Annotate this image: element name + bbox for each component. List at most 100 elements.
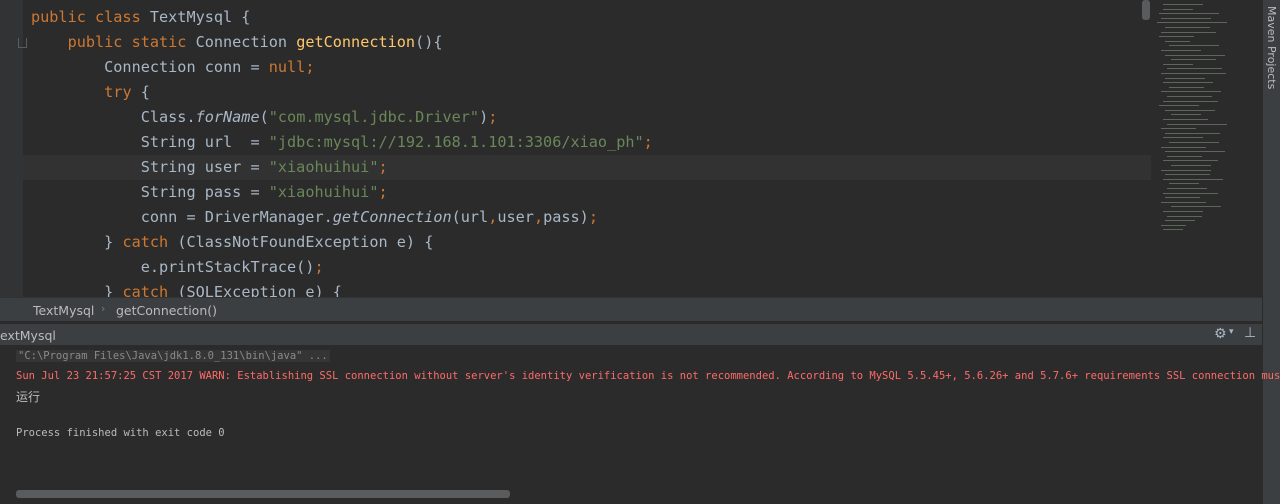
code-token: String user = <box>31 158 269 176</box>
minimap-line <box>1159 13 1219 15</box>
code-token: "jdbc:mysql://192.168.1.101:3306/xiao_ph… <box>268 133 644 151</box>
minimap-line <box>1165 174 1210 176</box>
code-editor[interactable]: public class TextMysql { public static C… <box>0 0 1262 297</box>
minimap-line <box>1165 54 1225 56</box>
minimap-line <box>1161 17 1211 19</box>
code-token: ; <box>378 158 388 176</box>
minimap-line <box>1161 73 1226 74</box>
code-token: (url <box>451 208 489 226</box>
code-line[interactable]: } catch (SQLException e) { <box>31 280 653 297</box>
code-line[interactable]: } catch (ClassNotFoundException e) { <box>31 230 653 255</box>
minimap-line <box>1161 169 1211 171</box>
code-token: (){ <box>415 33 443 51</box>
code-token: Class. <box>31 108 196 126</box>
code-line[interactable]: public static Connection getConnection()… <box>31 30 653 55</box>
minimap-line <box>1161 50 1201 51</box>
code-line[interactable]: e.printStackTrace(); <box>31 255 653 280</box>
code-token: forName <box>195 108 260 126</box>
code-token: ( <box>259 108 269 126</box>
minimap-line <box>1163 211 1203 212</box>
run-console[interactable]: "C:\Program Files\Java\jdk1.8.0_131\bin\… <box>0 345 1280 504</box>
code-token: (SQLException e) { <box>177 283 342 297</box>
gear-icon[interactable]: ⚙ <box>1214 326 1227 342</box>
minimap-line <box>1169 45 1219 47</box>
breadcrumb-class[interactable]: TextMysql <box>33 303 94 318</box>
breadcrumb-separator-icon: › <box>101 302 106 315</box>
minimap-line <box>1163 137 1203 139</box>
code-line[interactable]: public class TextMysql { <box>31 5 653 30</box>
code-token: pass) <box>543 208 589 226</box>
maven-projects-tab[interactable]: Maven Projects <box>1265 6 1278 89</box>
minimap-line <box>1161 91 1221 93</box>
code-line[interactable]: Class.forName("com.mysql.jdbc.Driver"); <box>31 105 653 130</box>
code-token: "com.mysql.jdbc.Driver" <box>268 108 480 126</box>
code-token: catch <box>122 233 178 251</box>
minimap-line <box>1167 215 1202 217</box>
code-line[interactable]: try { <box>31 80 653 105</box>
minimap-line <box>1167 188 1207 189</box>
code-token: ; <box>643 133 653 151</box>
minimap-line <box>1171 59 1216 61</box>
minimap-line <box>1165 220 1195 222</box>
code-token: public class <box>31 8 150 26</box>
minimap-line <box>1165 27 1210 28</box>
code-token: ; <box>488 108 498 126</box>
breadcrumb: TextMysql › getConnection() <box>0 297 1262 321</box>
code-token: String url = <box>31 133 269 151</box>
code-token: Connection <box>195 33 297 51</box>
code-minimap[interactable] <box>1151 0 1245 297</box>
minimap-line <box>1169 86 1204 88</box>
run-panel-title[interactable]: extMysql <box>0 328 56 343</box>
code-line[interactable]: Connection conn = null; <box>31 55 653 80</box>
minimap-line <box>1171 114 1201 116</box>
breadcrumb-method[interactable]: getConnection() <box>116 303 217 318</box>
code-area[interactable]: public class TextMysql { public static C… <box>31 5 653 297</box>
code-line[interactable]: String pass = "xiaohuihui"; <box>31 180 653 205</box>
editor-vertical-scrollbar[interactable] <box>1142 0 1150 20</box>
pin-icon[interactable]: ⊥ <box>1244 325 1256 341</box>
minimap-line <box>1163 178 1223 180</box>
minimap-line <box>1165 109 1215 111</box>
code-token: Connection conn = <box>31 58 269 76</box>
minimap-line <box>1165 151 1225 153</box>
code-token: { <box>140 83 150 101</box>
minimap-line <box>1163 160 1218 162</box>
minimap-line <box>1167 68 1222 70</box>
chevron-down-icon[interactable]: ▾ <box>1229 327 1234 337</box>
minimap-line <box>1165 132 1220 134</box>
code-token: "xiaohuihui" <box>268 158 379 176</box>
minimap-line <box>1163 82 1213 84</box>
minimap-line <box>1167 123 1227 125</box>
console-command-line[interactable]: "C:\Program Files\Java\jdk1.8.0_131\bin\… <box>16 350 330 362</box>
code-line[interactable]: String user = "xiaohuihui"; <box>31 155 653 180</box>
code-token: user <box>497 208 534 226</box>
code-token: ; <box>305 58 315 76</box>
editor-gutter[interactable] <box>0 0 27 297</box>
code-token: getConnection <box>332 208 452 226</box>
minimap-line <box>1157 22 1227 24</box>
code-token: String pass = <box>31 183 269 201</box>
code-token: } <box>31 283 123 297</box>
code-token: try <box>104 83 141 101</box>
minimap-line <box>1169 142 1219 143</box>
code-token: null <box>268 58 306 76</box>
minimap-line <box>1163 192 1218 194</box>
code-line[interactable]: conn = DriverManager.getConnection(url,u… <box>31 205 653 230</box>
minimap-line <box>1171 165 1211 166</box>
minimap-line <box>1161 224 1186 226</box>
minimap-line <box>1165 197 1200 199</box>
code-token: (ClassNotFoundException e) { <box>177 233 434 251</box>
minimap-line <box>1161 146 1206 148</box>
minimap-line <box>1161 31 1216 33</box>
code-token: catch <box>122 283 178 297</box>
minimap-line <box>1163 8 1193 10</box>
code-token: , <box>488 208 498 226</box>
console-horizontal-scrollbar[interactable] <box>16 490 510 498</box>
minimap-line <box>1163 229 1183 231</box>
minimap-line <box>1165 77 1205 79</box>
console-exit-line: Process finished with exit code 0 <box>16 427 225 439</box>
minimap-line <box>1159 36 1194 38</box>
code-line[interactable]: String url = "jdbc:mysql://192.168.1.101… <box>31 130 653 155</box>
fold-marker-icon[interactable] <box>18 38 27 48</box>
